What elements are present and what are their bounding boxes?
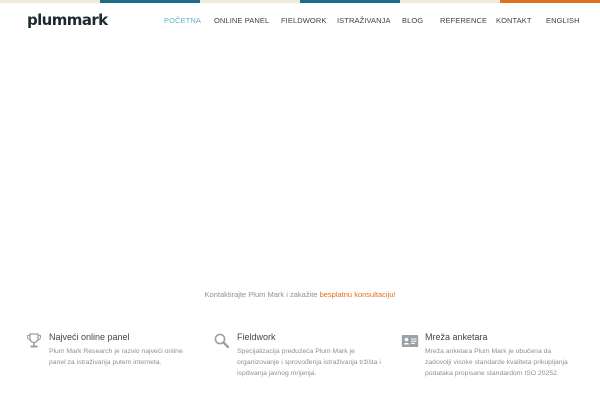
- nav-item-pocetna[interactable]: POČETNA: [164, 16, 201, 25]
- feature-title: Najveći online panel: [49, 332, 130, 342]
- nav-item-english[interactable]: ENGLISH: [546, 16, 580, 25]
- cta-text: Kontaktirajte Plum Mark i zakažite: [204, 290, 320, 299]
- trophy-icon: [26, 333, 42, 348]
- id-card-icon: [401, 335, 419, 347]
- nav-item-istrazivanja[interactable]: ISTRAŽIVANJA: [337, 16, 391, 25]
- nav-item-reference[interactable]: REFERENCE: [440, 16, 487, 25]
- feature-mreza-anketara: Mreža anketara Mreža anketara Plum Mark …: [401, 330, 581, 398]
- feature-description: Specijalizacija preduzeća Plum Mark je o…: [237, 348, 381, 377]
- nav-item-online-panel[interactable]: ONLINE PANEL: [214, 16, 269, 25]
- nav-item-blog[interactable]: BLOG: [402, 16, 423, 25]
- feature-description: Plum Mark Research je razvio najveći onl…: [49, 348, 183, 366]
- main-nav: POČETNA ONLINE PANEL FIELDWORK ISTRAŽIVA…: [0, 16, 600, 30]
- feature-online-panel: Najveći online panel Plum Mark Research …: [25, 330, 205, 398]
- feature-title: Fieldwork: [237, 332, 276, 342]
- feature-title: Mreža anketara: [425, 332, 488, 342]
- magnifier-icon: [214, 333, 230, 349]
- feature-description: Mreža anketara Plum Mark je obučena da z…: [425, 348, 568, 377]
- site-header: plummark POČETNA ONLINE PANEL FIELDWORK …: [0, 3, 600, 35]
- cta-link[interactable]: besplatnu konsultaciju!: [320, 290, 396, 299]
- nav-item-fieldwork[interactable]: FIELDWORK: [281, 16, 327, 25]
- nav-item-kontakt[interactable]: KONTAKT: [496, 16, 532, 25]
- feature-fieldwork: Fieldwork Specijalizacija preduzeća Plum…: [213, 330, 393, 398]
- cta-line: Kontaktirajte Plum Mark i zakažite bespl…: [0, 290, 600, 299]
